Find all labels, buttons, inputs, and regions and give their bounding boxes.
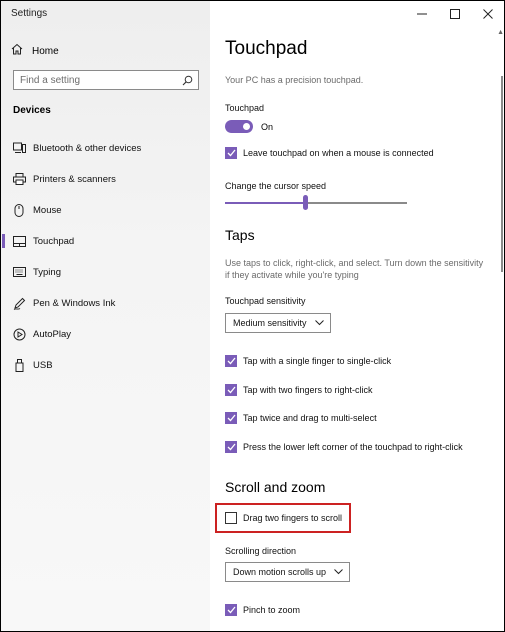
dropdown-value: Down motion scrolls up xyxy=(233,567,327,577)
cursor-speed-label: Change the cursor speed xyxy=(225,181,327,191)
slider-thumb[interactable] xyxy=(303,195,308,210)
checkbox-checked-icon[interactable] xyxy=(225,441,237,453)
section-title: Devices xyxy=(13,105,51,116)
sidebar-item-mouse[interactable]: Mouse xyxy=(1,198,210,222)
taps-description-line1: Use taps to click, right-click, and sele… xyxy=(225,258,484,268)
sidebar-item-bluetooth[interactable]: Bluetooth & other devices xyxy=(1,136,210,160)
mouse-icon xyxy=(12,203,26,217)
checkbox-label: Leave touchpad on when a mouse is connec… xyxy=(243,148,434,158)
keyboard-icon xyxy=(12,265,26,279)
precision-touchpad-text: Your PC has a precision touchpad. xyxy=(225,75,364,85)
sidebar: Settings Home Find a setting Devices Blu… xyxy=(1,1,210,631)
cursor-speed-slider[interactable] xyxy=(225,195,407,211)
pinch-to-zoom-checkbox[interactable]: Pinch to zoom xyxy=(225,603,300,617)
checkbox-label: Tap with a single finger to single-click xyxy=(243,356,392,366)
scroll-zoom-heading: Scroll and zoom xyxy=(225,479,326,495)
scroll-up-arrow-icon[interactable]: ▲ xyxy=(497,29,504,36)
pen-icon xyxy=(12,296,26,310)
sidebar-item-label: Printers & scanners xyxy=(33,173,116,185)
printer-icon xyxy=(12,172,26,186)
search-input[interactable]: Find a setting xyxy=(13,70,199,90)
touchpad-sensitivity-label: Touchpad sensitivity xyxy=(225,296,306,306)
sidebar-item-typing[interactable]: Typing xyxy=(1,260,210,284)
scrolling-direction-dropdown[interactable]: Down motion scrolls up xyxy=(225,562,351,582)
sidebar-item-label: Typing xyxy=(33,266,61,278)
close-icon[interactable] xyxy=(471,1,504,27)
sidebar-item-label: Bluetooth & other devices xyxy=(33,142,142,154)
bluetooth-devices-icon xyxy=(12,141,26,155)
touchpad-toggle[interactable] xyxy=(225,120,253,133)
search-icon[interactable] xyxy=(182,75,193,86)
chevron-down-icon xyxy=(314,320,324,326)
taps-description-line2: if they activate while you're typing xyxy=(225,270,359,280)
lower-left-corner-checkbox[interactable]: Press the lower left corner of the touch… xyxy=(225,440,463,454)
home-nav-item[interactable]: Home xyxy=(11,41,201,61)
tap-single-finger-checkbox[interactable]: Tap with a single finger to single-click xyxy=(225,354,391,368)
sidebar-item-pen[interactable]: Pen & Windows Ink xyxy=(1,291,210,315)
leave-touchpad-on-checkbox[interactable]: Leave touchpad on when a mouse is connec… xyxy=(225,146,434,160)
usb-icon xyxy=(12,358,26,372)
checkbox-unchecked-icon[interactable] xyxy=(225,512,237,524)
home-label: Home xyxy=(32,45,59,57)
sidebar-item-autoplay[interactable]: AutoPlay xyxy=(1,322,210,346)
sidebar-item-label: USB xyxy=(33,359,53,371)
touchpad-sensitivity-dropdown[interactable]: Medium sensitivity xyxy=(225,313,331,333)
checkbox-checked-icon[interactable] xyxy=(225,384,237,396)
home-icon xyxy=(11,42,23,60)
slider-fill xyxy=(225,202,305,204)
toggle-knob xyxy=(243,123,250,130)
checkbox-checked-icon[interactable] xyxy=(225,604,237,616)
autoplay-icon xyxy=(12,327,26,341)
checkbox-label: Pinch to zoom xyxy=(243,605,301,615)
sidebar-item-label: Touchpad xyxy=(33,235,75,247)
checkbox-label: Tap with two fingers to right-click xyxy=(243,385,373,395)
chevron-down-icon xyxy=(334,569,343,575)
dropdown-value: Medium sensitivity xyxy=(233,318,307,328)
checkbox-label: Tap twice and drag to multi-select xyxy=(243,413,377,423)
checkbox-label: Press the lower left corner of the touch… xyxy=(243,442,463,452)
sidebar-item-label: Pen & Windows Ink xyxy=(33,297,116,309)
checkbox-checked-icon[interactable] xyxy=(225,147,237,159)
scrolling-direction-label: Scrolling direction xyxy=(225,546,297,556)
touchpad-label: Touchpad xyxy=(225,103,265,113)
taps-heading: Taps xyxy=(225,227,255,243)
vertical-scrollbar[interactable] xyxy=(501,76,503,272)
page-title: Touchpad xyxy=(225,38,308,59)
touchpad-settings-pane: ▲ Touchpad Your PC has a precision touch… xyxy=(210,1,504,631)
app-title: Settings xyxy=(11,8,48,19)
settings-window: Settings Home Find a setting Devices Blu… xyxy=(1,1,504,631)
checkbox-checked-icon[interactable] xyxy=(225,412,237,424)
tap-twice-drag-checkbox[interactable]: Tap twice and drag to multi-select xyxy=(225,411,377,425)
touchpad-toggle-state: On xyxy=(261,122,274,132)
sidebar-item-label: Mouse xyxy=(33,204,62,216)
search-placeholder: Find a setting xyxy=(20,74,81,86)
sidebar-item-label: AutoPlay xyxy=(33,328,72,340)
maximize-icon[interactable] xyxy=(438,1,471,27)
minimize-icon[interactable] xyxy=(405,1,438,27)
sidebar-item-printers[interactable]: Printers & scanners xyxy=(1,167,210,191)
sidebar-item-usb[interactable]: USB xyxy=(1,353,210,377)
touchpad-icon xyxy=(12,234,26,248)
drag-two-fingers-checkbox[interactable]: Drag two fingers to scroll xyxy=(225,511,342,525)
window-controls xyxy=(405,1,504,27)
checkbox-label: Drag two fingers to scroll xyxy=(243,513,343,523)
checkbox-checked-icon[interactable] xyxy=(225,355,237,367)
sidebar-item-touchpad[interactable]: Touchpad xyxy=(1,229,210,253)
tap-two-fingers-checkbox[interactable]: Tap with two fingers to right-click xyxy=(225,383,373,397)
